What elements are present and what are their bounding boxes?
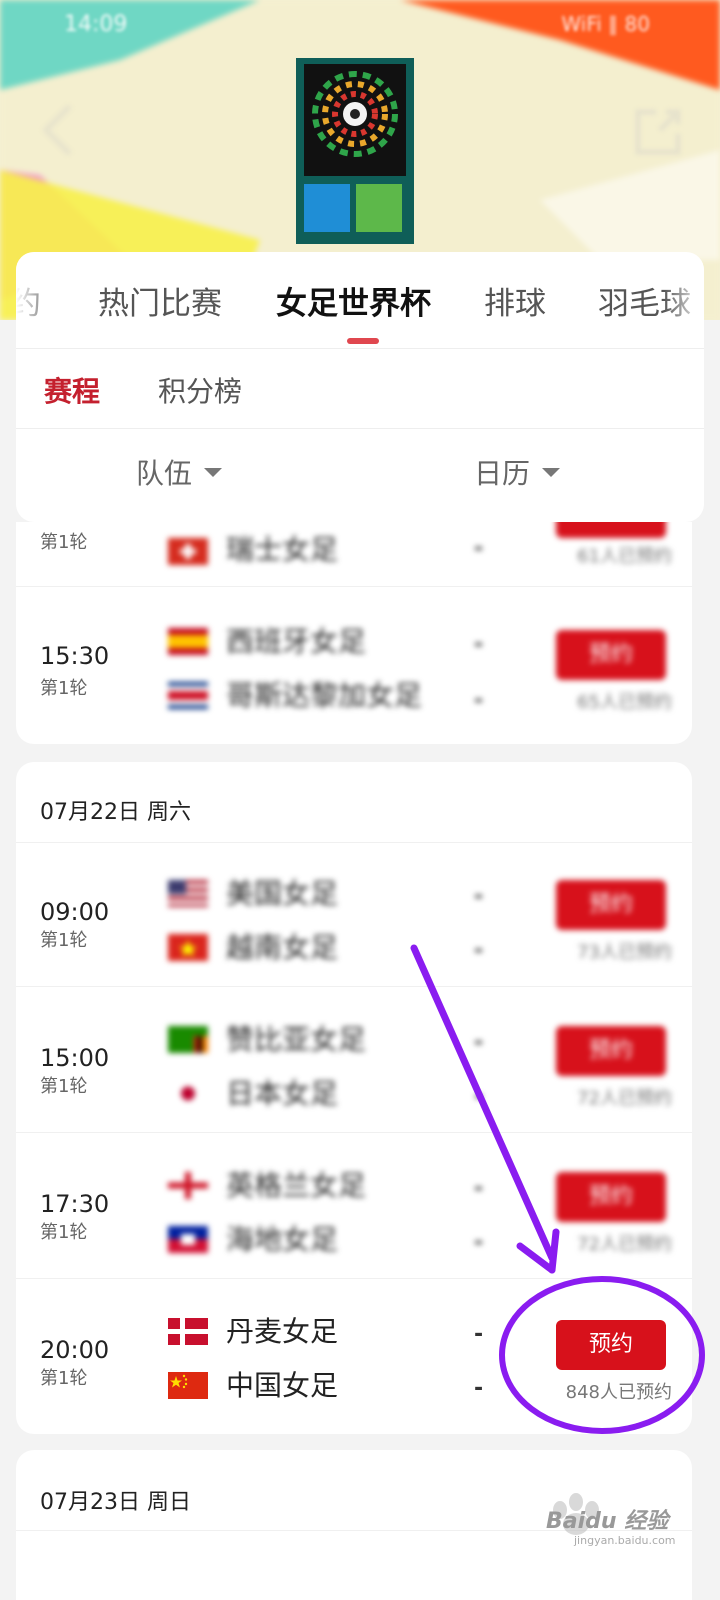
match-time: 20:00 (40, 1336, 110, 1364)
match-time: 15:30 (40, 642, 110, 670)
row-divider (16, 1278, 692, 1279)
flag-costa-rica (168, 682, 208, 709)
match-round: 第1轮 (40, 1368, 88, 1389)
reserve-count: 72人已预约 (577, 1088, 672, 1109)
row-divider (16, 986, 692, 987)
match-round: 第1轮 (40, 532, 88, 553)
divider (16, 428, 704, 429)
score: - (474, 1322, 484, 1347)
date-header: 07月22日 周六 (40, 800, 191, 825)
divider (16, 348, 704, 349)
share-icon (635, 109, 681, 155)
tab-fade-right (664, 252, 704, 348)
team-name: 中国女足 (226, 1369, 339, 1402)
score: - (474, 884, 484, 909)
team-name: 瑞士女足 (226, 533, 339, 566)
status-icons: WiFi ∥ 80 (561, 12, 650, 36)
match-round: 第1轮 (40, 930, 88, 951)
flag-china (168, 1372, 208, 1399)
team-name: 西班牙女足 (226, 625, 367, 658)
schedule-card-0722: 07月22日 周六 09:00 第1轮 美国女足 越南女足 - - 预约 73人… (16, 762, 692, 1434)
team-name: 赞比亚女足 (226, 1023, 367, 1056)
team-name: 美国女足 (226, 877, 339, 910)
reserve-count: 73人已预约 (577, 942, 672, 963)
status-bar: 14:09 WiFi ∥ 80 (0, 0, 720, 50)
score: - (474, 938, 484, 963)
team-name: 海地女足 (226, 1223, 339, 1256)
chevron-left-icon (43, 105, 71, 155)
team-name: 哥斯达黎加女足 (226, 679, 423, 712)
reserve-button[interactable] (556, 522, 666, 538)
score: - (474, 1376, 484, 1401)
team-filter-label: 队伍 (136, 457, 193, 490)
reserve-count: 848人已预约 (565, 1382, 672, 1403)
match-round: 第1轮 (40, 1222, 88, 1243)
caret-down-icon (542, 467, 561, 477)
score: - (474, 688, 484, 713)
row-divider (16, 842, 692, 843)
team-name: 丹麦女足 (226, 1315, 339, 1348)
tab-volleyball[interactable]: 排球 (484, 278, 546, 323)
main-tab-bar: 约 热门比赛 女足世界杯 排球 羽毛球 (16, 252, 704, 348)
tab-womens-world-cup[interactable]: 女足世界杯 (276, 278, 431, 323)
flag-vietnam (168, 934, 208, 961)
score: - (474, 536, 484, 561)
reserve-button[interactable]: 预约 (556, 1172, 666, 1222)
flag-denmark (168, 1318, 208, 1345)
poster-emblem (312, 71, 398, 157)
back-button[interactable] (34, 100, 84, 160)
tab-hot-matches[interactable]: 热门比赛 (98, 278, 222, 323)
flag-spain (168, 628, 208, 655)
subtab-schedule[interactable]: 赛程 (44, 370, 100, 410)
reserve-button[interactable]: 预约 (556, 1320, 666, 1370)
flag-england (168, 1172, 208, 1199)
reserve-count: 72人已预约 (577, 1234, 672, 1255)
score: - (474, 1176, 484, 1201)
match-time: 09:00 (40, 898, 110, 926)
flag-zambia (168, 1026, 208, 1053)
calendar-filter[interactable]: 日历 (474, 452, 561, 492)
schedule-card-partial: 第1轮 瑞士女足 - 61人已预约 15:30 第1轮 西班牙女足 哥斯达黎加女… (16, 522, 692, 744)
match-round: 第1轮 (40, 678, 88, 699)
score: - (474, 1084, 484, 1109)
reserve-count: 61人已预约 (577, 546, 672, 567)
reserve-button[interactable]: 预约 (556, 880, 666, 930)
reserve-button[interactable]: 预约 (556, 1026, 666, 1076)
subtab-standings[interactable]: 积分榜 (158, 370, 242, 410)
team-filter[interactable]: 队伍 (136, 452, 223, 492)
share-button[interactable] (630, 104, 686, 160)
status-time: 14:09 (64, 12, 128, 37)
watermark-url: jingyan.baidu.com (574, 1534, 676, 1547)
reserve-count: 65人已预约 (577, 692, 672, 713)
event-poster (296, 58, 414, 244)
match-round: 第1轮 (40, 1076, 88, 1097)
tabs-card: 约 热门比赛 女足世界杯 排球 羽毛球 赛程 积分榜 队伍 日历 (16, 252, 704, 522)
team-name: 越南女足 (226, 931, 339, 964)
reserve-button[interactable]: 预约 (556, 630, 666, 680)
row-divider (16, 586, 692, 587)
team-name: 英格兰女足 (226, 1169, 367, 1202)
active-tab-indicator (347, 338, 379, 344)
flag-usa (168, 880, 208, 907)
caret-down-icon (204, 467, 223, 477)
flag-haiti (168, 1226, 208, 1253)
score: - (474, 1030, 484, 1055)
watermark-brand: Baidu 经验 (546, 1509, 669, 1534)
flag-japan (168, 1080, 208, 1107)
match-time: 17:30 (40, 1190, 110, 1218)
score: - (474, 632, 484, 657)
team-name: 日本女足 (226, 1077, 339, 1110)
date-header: 07月23日 周日 (40, 1490, 191, 1515)
match-time: 15:00 (40, 1044, 110, 1072)
row-divider (16, 1132, 692, 1133)
score: - (474, 1230, 484, 1255)
calendar-filter-label: 日历 (474, 457, 531, 490)
flag-switzerland (168, 538, 208, 565)
tab-fade-left (16, 252, 56, 348)
poster-caption (304, 184, 402, 232)
